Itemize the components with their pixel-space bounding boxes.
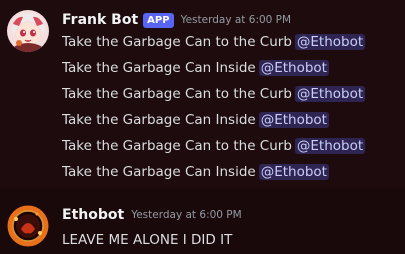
message-line: Take the Garbage Can Inside @Ethobot <box>62 58 329 78</box>
anime-character-avatar-icon <box>7 10 49 52</box>
user-mention[interactable]: @Ethobot <box>258 112 329 128</box>
frank-bot-avatar[interactable] <box>7 10 49 52</box>
timestamp[interactable]: Yesterday at 6:00 PM <box>181 14 292 26</box>
message-header: Ethobot Yesterday at 6:00 PM <box>62 205 242 225</box>
message-text: LEAVE ME ALONE I DID IT <box>62 232 233 248</box>
app-badge: APP <box>143 12 174 28</box>
message-line: Take the Garbage Can to the Curb @Ethobot <box>62 136 366 156</box>
username[interactable]: Frank Bot <box>62 12 138 28</box>
user-mention[interactable]: @Ethobot <box>294 86 366 102</box>
ethobot-avatar[interactable] <box>7 205 49 247</box>
user-mention[interactable]: @Ethobot <box>294 34 366 50</box>
message-text: Take the Garbage Can to the Curb <box>62 34 292 50</box>
user-mention[interactable]: @Ethobot <box>258 60 329 76</box>
timestamp[interactable]: Yesterday at 6:00 PM <box>131 209 242 221</box>
fire-ring-avatar-icon <box>7 205 49 247</box>
message-line: Take the Garbage Can to the Curb @Ethobot <box>62 84 366 104</box>
message-frank-bot: Frank Bot APP Yesterday at 6:00 PM Take … <box>0 0 405 188</box>
message-text: Take the Garbage Can to the Curb <box>62 138 292 154</box>
user-mention[interactable]: @Ethobot <box>258 164 329 180</box>
message-line: Take the Garbage Can to the Curb @Ethobot <box>62 32 366 52</box>
message-text: Take the Garbage Can Inside <box>62 60 256 76</box>
message-line: LEAVE ME ALONE I DID IT <box>62 230 232 250</box>
user-mention[interactable]: @Ethobot <box>294 138 366 154</box>
message-line: Take the Garbage Can Inside @Ethobot <box>62 162 329 182</box>
message-line: Take the Garbage Can Inside @Ethobot <box>62 110 329 130</box>
username[interactable]: Ethobot <box>62 207 124 223</box>
message-text: Take the Garbage Can Inside <box>62 164 256 180</box>
message-ethobot: Ethobot Yesterday at 6:00 PM LEAVE ME AL… <box>0 188 405 254</box>
message-header: Frank Bot APP Yesterday at 6:00 PM <box>62 10 291 30</box>
message-text: Take the Garbage Can to the Curb <box>62 86 292 102</box>
message-text: Take the Garbage Can Inside <box>62 112 256 128</box>
